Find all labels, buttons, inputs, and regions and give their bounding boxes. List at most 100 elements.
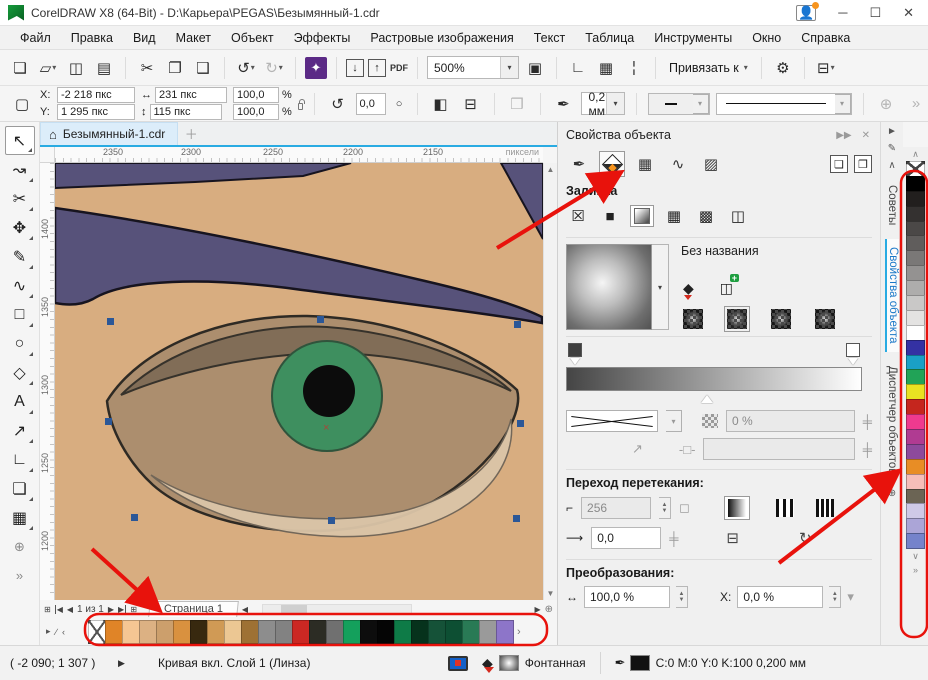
page-tab[interactable]: Страница 1 [148,601,239,617]
add-page-icon[interactable]: ⊞ [44,605,51,614]
color-swatch-7[interactable] [207,620,225,644]
postscript-fill-button[interactable]: ◫ [726,205,750,227]
menu-item-8[interactable]: Таблица [575,28,644,48]
connector-tool[interactable]: ∟ [5,445,35,474]
new-document-icon[interactable]: ❏ [8,56,32,80]
fullscreen-icon[interactable]: ▣ [523,56,547,80]
first-page-icon[interactable]: ◀ [55,605,63,614]
color-swatch-20[interactable] [428,620,446,644]
mirror-horizontal-icon[interactable]: ◧ [429,92,453,116]
scroll-left-icon[interactable]: ◀ [242,605,248,614]
free-scale-skew-icon[interactable]: ⊟ [726,529,739,547]
steps-spinner[interactable]: ▲▼ [659,497,671,519]
rotation-angle-field[interactable]: 0,0 [356,93,387,115]
crop-tool[interactable]: ✂ [5,184,35,213]
maximize-button[interactable]: ☐ [869,5,881,21]
gradient-preview[interactable] [566,244,652,330]
color-swatch-15[interactable] [343,620,361,644]
smooth-blend-button[interactable] [724,496,750,520]
color-swatch-16[interactable] [360,620,378,644]
midpoint-field[interactable] [703,438,854,460]
color-swatch-10[interactable] [258,620,276,644]
zoom-level-select[interactable]: 500% ▾ [427,56,519,79]
color-swatch-2[interactable] [906,191,925,207]
polygon-tool[interactable]: ◇ [5,358,35,387]
stepped-blend-button[interactable] [772,496,798,520]
new-tab-button[interactable]: ＋ [178,122,204,145]
acceleration-field[interactable]: 0,0 [591,527,661,549]
color-swatch-21[interactable] [445,620,463,644]
drawing-canvas[interactable]: × [55,163,543,600]
color-swatch-14[interactable] [326,620,344,644]
color-swatch-18[interactable] [394,620,412,644]
menu-item-5[interactable]: Эффекты [284,28,361,48]
gradient-stop-end[interactable] [846,343,860,357]
prev-page-icon[interactable]: ◀ [67,605,73,614]
color-swatch-5[interactable] [906,235,925,251]
color-swatch-22[interactable] [462,620,480,644]
options-gear-icon[interactable]: ⚙ [771,56,795,80]
color-swatch-6[interactable] [906,250,925,266]
color-swatch-20[interactable] [906,459,925,475]
gradient-bar[interactable] [566,367,862,391]
freehand-tool[interactable]: ✎ [5,242,35,271]
color-proof-icon[interactable] [448,656,468,671]
export-icon[interactable]: ↑ [368,59,386,77]
color-swatch-11[interactable] [906,325,925,341]
color-swatch-9[interactable] [906,295,925,311]
color-swatch-24[interactable] [906,518,925,534]
color-swatch-4[interactable] [906,221,925,237]
color-swatch-6[interactable] [190,620,208,644]
color-swatch-3[interactable] [906,206,925,222]
docker-close-icon[interactable]: ✕ [862,130,870,141]
fill-swatch[interactable] [499,655,519,671]
guidelines-toggle-icon[interactable]: ¦ [622,56,646,80]
artistic-media-tool[interactable]: ∿ [5,271,35,300]
status-expand-icon[interactable]: ▶ [118,658,158,669]
palette-flyout-icon[interactable]: ▸ [46,626,51,637]
publish-pdf-icon[interactable]: PDF [390,64,408,72]
gradient-stop-start[interactable] [568,343,582,357]
docker-tab-hints[interactable]: Советы [886,177,898,233]
blend-steps-field[interactable]: 256 [581,497,651,519]
save-fill-icon[interactable]: ◫ [720,280,733,297]
docker-tab-object-manager[interactable]: Диспетчер объектов [886,358,898,482]
outline-section-tab[interactable]: ✒ [566,151,592,177]
docker-scroll-down-icon[interactable]: ▾ [847,589,854,605]
color-swatch-24[interactable] [496,620,514,644]
object-width-field[interactable]: 231 пкс [155,87,227,103]
color-swatch-3[interactable] [139,620,157,644]
redo-icon[interactable]: ↻▾ [262,56,286,80]
wrap-off-icon[interactable]: ❏ [830,155,848,173]
color-swatch-23[interactable] [479,620,497,644]
steps-lock-icon[interactable]: ◻ [679,500,690,516]
color-swatch-0[interactable] [88,620,106,644]
color-swatch-21[interactable] [906,474,925,490]
color-swatch-17[interactable] [906,414,925,430]
scale-h-field[interactable]: 100,0 [233,87,279,103]
copy-icon[interactable]: ❐ [163,56,187,80]
fill-width-field[interactable]: 100,0 % [584,586,670,608]
elliptical-fountain-button[interactable] [727,309,747,329]
ellipse-tool[interactable]: ○ [5,329,35,358]
add-page-end-icon[interactable]: ⊞ [130,605,137,614]
color-swatch-15[interactable] [906,384,925,400]
gradient-stops-editor[interactable] [566,343,872,407]
pan-tool[interactable]: ✥ [5,213,35,242]
grid-toggle-icon[interactable]: ▦ [594,56,618,80]
menu-item-0[interactable]: Файл [10,28,61,48]
docker-collapse-icon[interactable]: ▶▶ [836,130,851,141]
color-swatch-4[interactable] [156,620,174,644]
outline-width-dropdown-icon[interactable]: ▾ [606,93,624,114]
strip-up-icon[interactable]: ∧ [888,160,895,171]
menu-item-4[interactable]: Объект [221,28,284,48]
color-swatch-12[interactable] [906,340,925,356]
fountain-fill-button[interactable] [630,205,654,227]
strip-arrow-icon[interactable]: ► [887,126,897,137]
texture-fill-button[interactable]: ▩ [694,205,718,227]
edit-fill-icon[interactable]: ◆ [683,280,694,297]
propbar-more-icon[interactable]: » [904,92,928,116]
color-swatch-19[interactable] [906,444,925,460]
minimize-button[interactable]: ─ [838,5,847,20]
linear-fountain-button[interactable] [683,309,703,329]
